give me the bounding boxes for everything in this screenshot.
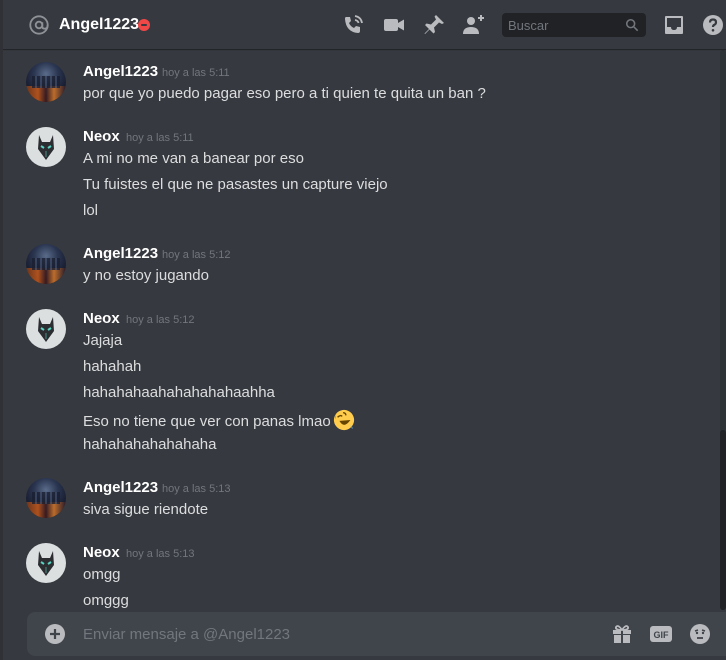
message-input[interactable] — [83, 612, 583, 656]
message-text: y no estoy jugando — [83, 267, 209, 284]
gif-icon[interactable]: GIF — [649, 622, 673, 646]
scrollbar[interactable] — [720, 50, 726, 610]
avatar[interactable] — [26, 543, 66, 583]
channel-header: Angel1223 — [0, 0, 726, 49]
avatar[interactable] — [26, 62, 66, 102]
message-text: A mi no me van a banear por eso — [83, 150, 304, 167]
wolf-icon — [38, 551, 54, 576]
avatar[interactable] — [26, 244, 66, 284]
message-text: omgg — [83, 566, 121, 583]
message-author[interactable]: Neox — [83, 127, 120, 147]
message-text: lol — [83, 202, 99, 219]
avatar[interactable] — [26, 478, 66, 518]
message-text: Jajaja — [83, 332, 123, 349]
message-composer: GIF — [27, 612, 726, 656]
message-timestamp: hoy a las 5:13 — [126, 548, 195, 560]
video-icon[interactable] — [382, 13, 406, 37]
search-icon — [625, 18, 639, 32]
message-timestamp: hoy a las 5:11 — [126, 132, 194, 144]
pin-icon[interactable] — [422, 13, 446, 37]
add-attachment-icon[interactable] — [43, 622, 67, 646]
message-author[interactable]: Neox — [83, 543, 120, 563]
message-timestamp: hoy a las 5:11 — [162, 67, 230, 79]
gif-label: GIF — [654, 630, 670, 640]
dnd-status-icon — [138, 19, 150, 31]
message-text-with-emoji: Eso no tiene que ver con panas lmao — [83, 409, 355, 432]
message-author[interactable]: Angel1223 — [83, 478, 158, 498]
message-text: Eso no tiene que ver con panas lmao — [83, 413, 331, 430]
message-text: siva sigue riendote — [83, 501, 209, 518]
at-icon — [29, 15, 49, 35]
left-edge — [0, 0, 3, 660]
search-input[interactable] — [502, 13, 618, 37]
gift-icon[interactable] — [610, 622, 634, 646]
message-timestamp: hoy a las 5:12 — [126, 314, 195, 326]
avatar[interactable] — [26, 127, 66, 167]
avatar[interactable] — [26, 309, 66, 349]
message-timestamp: hoy a las 5:13 — [162, 483, 231, 495]
search-box[interactable] — [502, 13, 646, 37]
add-friend-icon[interactable] — [462, 13, 486, 37]
message-text: hahahahaahahahahahaahha — [83, 384, 275, 401]
message-author[interactable]: Angel1223 — [83, 244, 158, 264]
emoji-icon[interactable] — [688, 622, 712, 646]
channel-title: Angel1223 — [59, 16, 140, 33]
message-text: Tu fuistes el que ne pasastes un capture… — [83, 176, 388, 193]
message-author[interactable]: Angel1223 — [83, 62, 158, 82]
wolf-icon — [38, 135, 54, 160]
message-timestamp: hoy a las 5:12 — [162, 249, 231, 261]
inbox-icon[interactable] — [662, 13, 686, 37]
call-icon[interactable] — [341, 13, 365, 37]
message-text: por que yo puedo pagar eso pero a ti qui… — [83, 85, 486, 102]
message-list: Angel1223 hoy a las 5:11 por que yo pued… — [0, 50, 726, 610]
message-text: hahahah — [83, 358, 142, 375]
message-text: omggg — [83, 592, 129, 609]
rolling-on-floor-laughing-emoji[interactable] — [333, 409, 355, 431]
help-icon[interactable] — [701, 13, 725, 37]
message-author[interactable]: Neox — [83, 309, 120, 329]
wolf-icon — [38, 317, 54, 342]
message-text: hahahahahahahaha — [83, 436, 217, 453]
